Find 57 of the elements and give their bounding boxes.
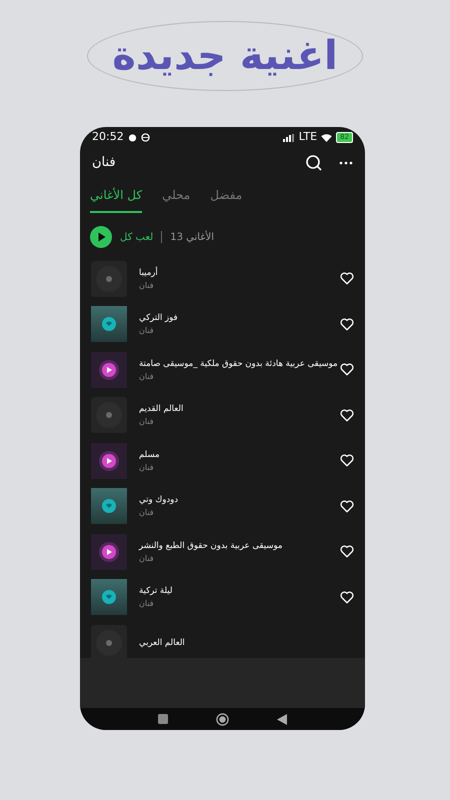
tab[interactable]: محلي (162, 186, 190, 213)
song-artist: فنان (139, 280, 154, 292)
heart-icon[interactable] (340, 545, 354, 558)
song-title: موسيقى عربية بدون حقوق الطبع والنشر (139, 540, 282, 553)
song-row[interactable]: فوز التركي فنان (80, 302, 365, 347)
status-time: 20:52 (92, 129, 124, 146)
song-title: فوز التركي (139, 312, 178, 326)
heart-icon[interactable] (340, 272, 354, 286)
song-artist: فنان (139, 416, 154, 428)
song-row[interactable]: ليلة تركية فنان (80, 574, 365, 620)
album-art-icon (91, 579, 127, 616)
song-row[interactable]: العالم القديم فنان (80, 392, 365, 438)
song-artist: فنان (139, 462, 154, 474)
more-icon[interactable] (339, 161, 353, 165)
song-artist: فنان (139, 598, 154, 610)
song-row[interactable]: مسلم فنان (80, 438, 365, 484)
song-title: مسلم (139, 448, 160, 462)
back-nav-icon[interactable] (277, 714, 287, 724)
song-artist: فنان (139, 552, 154, 565)
heart-icon[interactable] (340, 318, 354, 331)
song-row[interactable]: أرميبا فنان (80, 256, 365, 302)
heart-icon[interactable] (340, 590, 354, 604)
app-title: فنان (92, 154, 116, 172)
heart-icon[interactable] (340, 363, 354, 376)
song-title: ليلة تركية (139, 585, 172, 598)
play-art-icon (91, 352, 127, 388)
tab[interactable]: كل الأغاني (90, 186, 142, 213)
search-icon[interactable] (305, 154, 323, 172)
song-artist: فنان (139, 325, 154, 338)
network-label: LTE (298, 129, 318, 146)
song-artist: فنان (139, 507, 154, 520)
wifi-icon (321, 134, 332, 142)
song-count: الأغاني 13 (170, 230, 214, 244)
song-title: أرميبا (139, 266, 158, 280)
heart-icon[interactable] (340, 500, 354, 513)
song-row[interactable]: دودوك وتي فنان (80, 484, 365, 529)
song-artist: فنان (139, 370, 154, 383)
song-row[interactable]: موسيقى عربية هادئة بدون حقوق ملكية _موسيقى صامتة فنان (80, 347, 365, 392)
song-row[interactable]: العالم العربي (80, 620, 365, 658)
headline: اغنية جديدة (112, 32, 338, 80)
tab[interactable]: مفضل (210, 186, 242, 213)
home-nav-icon[interactable] (216, 712, 229, 726)
heart-icon[interactable] (340, 408, 354, 422)
album-art-icon (91, 488, 127, 524)
globe-icon (140, 133, 150, 142)
play-all-icon[interactable] (90, 226, 112, 248)
signal-icon (282, 134, 295, 142)
song-title: موسيقى عربية هادئة بدون حقوق ملكية _موسيقى صامتة (139, 358, 338, 371)
song-title: العالم القديم (139, 403, 184, 416)
album-art-icon (91, 306, 127, 342)
heart-icon[interactable] (340, 454, 354, 468)
song-title: دودوك وتي (139, 494, 178, 508)
play-art-icon (91, 534, 127, 570)
play-art-icon (91, 442, 127, 479)
play-all-button[interactable]: لعب كل (120, 230, 154, 244)
song-row[interactable]: موسيقى عربية بدون حقوق الطبع والنشر فنان (80, 529, 365, 574)
song-title: العالم العربي (139, 636, 185, 650)
